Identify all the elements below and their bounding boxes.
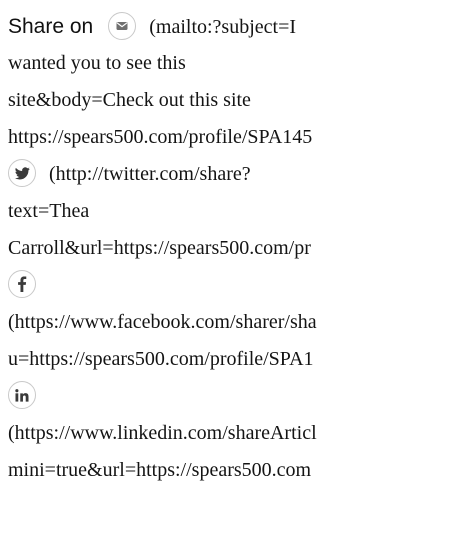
linkedin-icon[interactable]	[8, 381, 36, 410]
email-share-link-line-3[interactable]: site&body=Check out this site	[8, 82, 467, 119]
email-share-link-line-1[interactable]: (mailto:?subject=I	[149, 16, 296, 38]
share-row-linkedin	[8, 378, 467, 415]
facebook-share-link-line-2[interactable]: u=https://spears500.com/profile/SPA1	[8, 341, 467, 378]
twitter-icon[interactable]	[8, 159, 36, 188]
facebook-icon[interactable]	[8, 270, 36, 299]
twitter-share-link-line-2[interactable]: text=Thea	[8, 193, 467, 230]
facebook-share-link-line-1[interactable]: (https://www.facebook.com/sharer/sha	[8, 304, 467, 341]
share-row-email: Share on (mailto:?subject=I	[8, 8, 467, 45]
share-section: Share on (mailto:?subject=I wanted you t…	[8, 0, 467, 489]
mail-icon[interactable]	[108, 12, 137, 41]
linkedin-share-link-line-1[interactable]: (https://www.linkedin.com/shareArticl	[8, 415, 467, 452]
email-share-link-line-4[interactable]: https://spears500.com/profile/SPA145	[8, 119, 467, 156]
linkedin-share-link-line-2[interactable]: mini=true&url=https://spears500.com	[8, 452, 467, 489]
twitter-share-link-line-3[interactable]: Carroll&url=https://spears500.com/pr	[8, 230, 467, 267]
twitter-share-link-line-1[interactable]: (http://twitter.com/share?	[49, 163, 251, 185]
share-label: Share on	[8, 15, 94, 38]
share-row-twitter: (http://twitter.com/share?	[8, 156, 467, 193]
share-row-facebook	[8, 267, 467, 304]
email-share-link-line-2[interactable]: wanted you to see this	[8, 45, 467, 82]
